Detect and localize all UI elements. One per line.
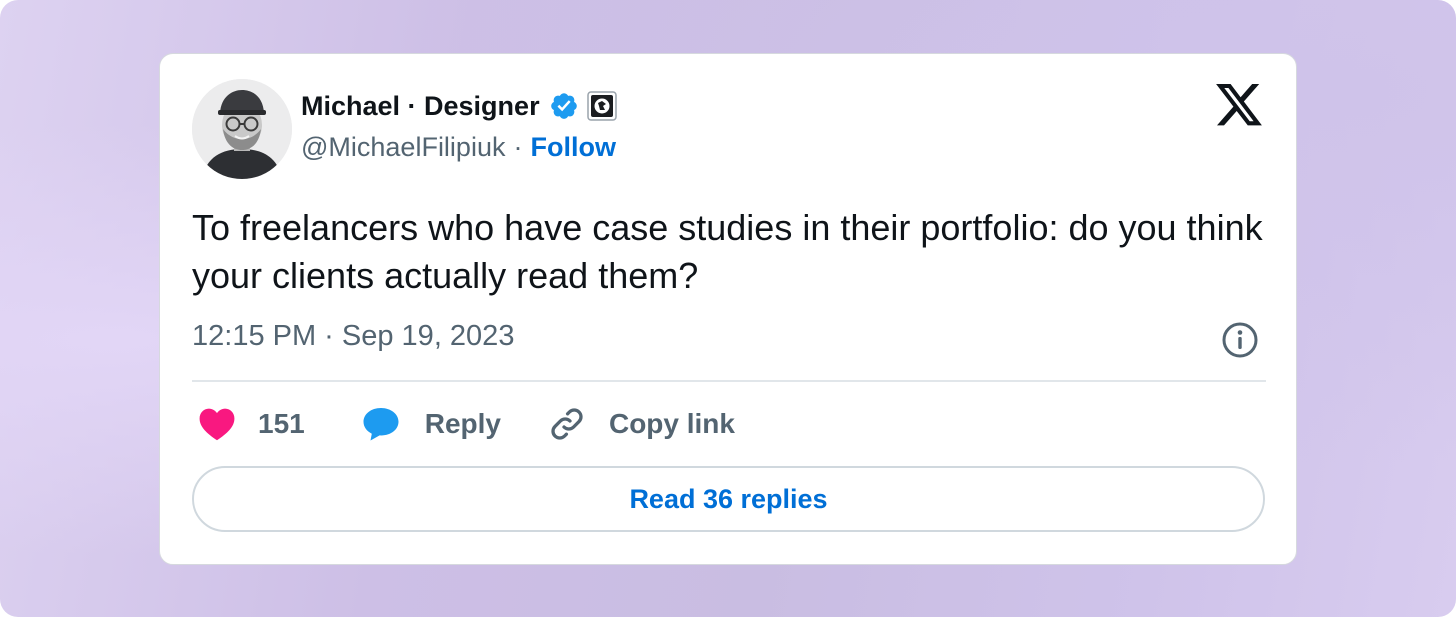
info-icon[interactable] <box>1221 321 1259 359</box>
copy-link-button[interactable]: Copy link <box>549 406 735 442</box>
author-handle-row: @MichaelFilipiuk · Follow <box>301 132 616 163</box>
follow-button[interactable]: Follow <box>530 132 615 163</box>
tweet-card: Michael · Designer @MichaelFilipiuk · Fo… <box>159 53 1297 565</box>
heart-icon <box>198 406 236 442</box>
tweet-text: To freelancers who have case studies in … <box>192 207 1263 296</box>
x-logo-icon[interactable] <box>1216 84 1262 126</box>
verified-badge-icon <box>549 91 579 121</box>
like-button[interactable]: 151 <box>198 406 305 442</box>
avatar[interactable] <box>192 79 292 179</box>
reply-label: Reply <box>424 408 501 439</box>
separator-dot: · <box>513 132 523 162</box>
author-name-row: Michael · Designer <box>301 88 617 124</box>
tweet-actions: 151 Reply Copy link <box>198 402 735 446</box>
speech-bubble-icon <box>361 405 401 443</box>
author-display-name[interactable]: Michael · Designer <box>301 91 540 122</box>
like-count: 151 <box>258 408 305 439</box>
tweet-timestamp[interactable]: 12:15 PM · Sep 19, 2023 <box>192 320 514 353</box>
link-icon <box>549 406 585 442</box>
affiliation-badge-icon[interactable] <box>586 91 617 121</box>
read-replies-button[interactable]: Read 36 replies <box>192 466 1265 532</box>
divider <box>192 380 1266 382</box>
copy-link-label: Copy link <box>608 408 735 439</box>
author-handle[interactable]: @MichaelFilipiuk <box>301 132 505 163</box>
avatar-photo <box>192 79 292 179</box>
page-background: Michael · Designer @MichaelFilipiuk · Fo… <box>0 0 1456 617</box>
reply-button[interactable]: Reply <box>361 405 501 443</box>
